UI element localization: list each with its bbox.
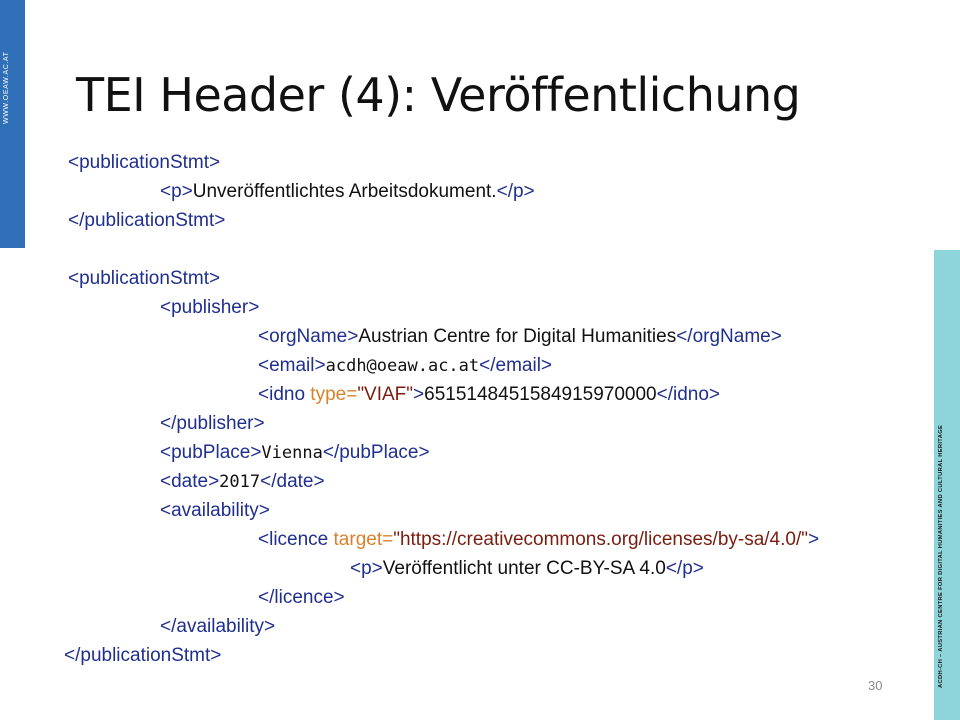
code-line-16: </licence> [258, 583, 345, 612]
tag-idno-close: </idno> [656, 384, 721, 405]
tag-p-close: </p> [665, 558, 704, 579]
tag-p-open: <p> [160, 181, 193, 202]
tag-licence-open: <licence [258, 529, 334, 550]
attr-type: type= [310, 384, 358, 405]
left-brand-bar [0, 0, 25, 248]
tag-publicationstmt-close: </publicationStmt> [64, 645, 222, 666]
text-idno: 6515148451584915970000 [424, 384, 657, 405]
tag-idno-open: <idno [258, 384, 311, 405]
tag-availability-open: <availability> [160, 500, 270, 521]
tag-idno-gt: > [413, 384, 425, 405]
attr-type-value: "VIAF" [357, 384, 414, 405]
tag-publisher-open: <publisher> [160, 297, 260, 318]
code-line-18: </publicationStmt> [64, 641, 221, 670]
text-email: acdh@oeaw.ac.at [325, 356, 480, 376]
tag-email-open: <email> [258, 355, 326, 376]
tag-email-close: </email> [479, 355, 553, 376]
tag-p-close: </p> [496, 181, 535, 202]
code-line-14: <licence target="https://creativecommons… [258, 525, 819, 554]
tag-orgname-close: </orgName> [676, 326, 782, 347]
code-line-13: <availability> [160, 496, 270, 525]
tag-date-close: </date> [260, 471, 325, 492]
tag-publicationstmt-close: </publicationStmt> [68, 210, 226, 231]
tag-pubplace-close: </pubPlace> [322, 442, 430, 463]
code-line-11: <pubPlace>Vienna</pubPlace> [160, 438, 430, 467]
tag-publisher-close: </publisher> [160, 413, 265, 434]
code-line-9: <idno type="VIAF">6515148451584915970000… [258, 380, 720, 409]
text-date: 2017 [219, 472, 261, 492]
code-line-5: <publicationStmt> [68, 264, 220, 293]
text-published-licence: Veröffentlicht unter CC-BY-SA 4.0 [382, 558, 666, 579]
text-orgname: Austrian Centre for Digital Humanities [358, 326, 677, 347]
tag-orgname-open: <orgName> [258, 326, 359, 347]
tag-licence-gt: > [808, 529, 820, 550]
code-line-17: </availability> [160, 612, 275, 641]
code-line-6: <publisher> [160, 293, 259, 322]
tag-publicationstmt-open: <publicationStmt> [68, 268, 221, 289]
left-brand-text: WWW.OEAW.AC.AT [3, 51, 10, 124]
tag-date-open: <date> [160, 471, 220, 492]
tag-availability-close: </availability> [160, 616, 276, 637]
tag-licence-close: </licence> [258, 587, 345, 608]
code-line-3: </publicationStmt> [68, 206, 225, 235]
code-line-7: <orgName>Austrian Centre for Digital Hum… [258, 322, 782, 351]
code-line-10: </publisher> [160, 409, 265, 438]
slide-title: TEI Header (4): Veröffentlichung [76, 68, 801, 122]
right-brand-text: ACDH-CH – AUSTRIAN CENTRE FOR DIGITAL HU… [938, 424, 944, 688]
tag-publicationstmt-open: <publicationStmt> [68, 152, 221, 173]
code-line-8: <email>acdh@oeaw.ac.at</email> [258, 351, 552, 380]
text-unpublished: Unveröffentlichtes Arbeitsdokument. [192, 181, 497, 202]
code-line-1: <publicationStmt> [68, 148, 220, 177]
code-line-12: <date>2017</date> [160, 467, 325, 496]
page-number: 30 [868, 678, 883, 693]
attr-target: target= [333, 529, 394, 550]
code-line-2: <p>Unveröffentlichtes Arbeitsdokument.</… [160, 177, 535, 206]
attr-target-value: "https://creativecommons.org/licenses/by… [393, 529, 808, 550]
text-pubplace: Vienna [261, 443, 323, 463]
code-line-15: <p>Veröffentlicht unter CC-BY-SA 4.0</p> [350, 554, 704, 583]
tag-pubplace-open: <pubPlace> [160, 442, 262, 463]
tag-p-open: <p> [350, 558, 383, 579]
